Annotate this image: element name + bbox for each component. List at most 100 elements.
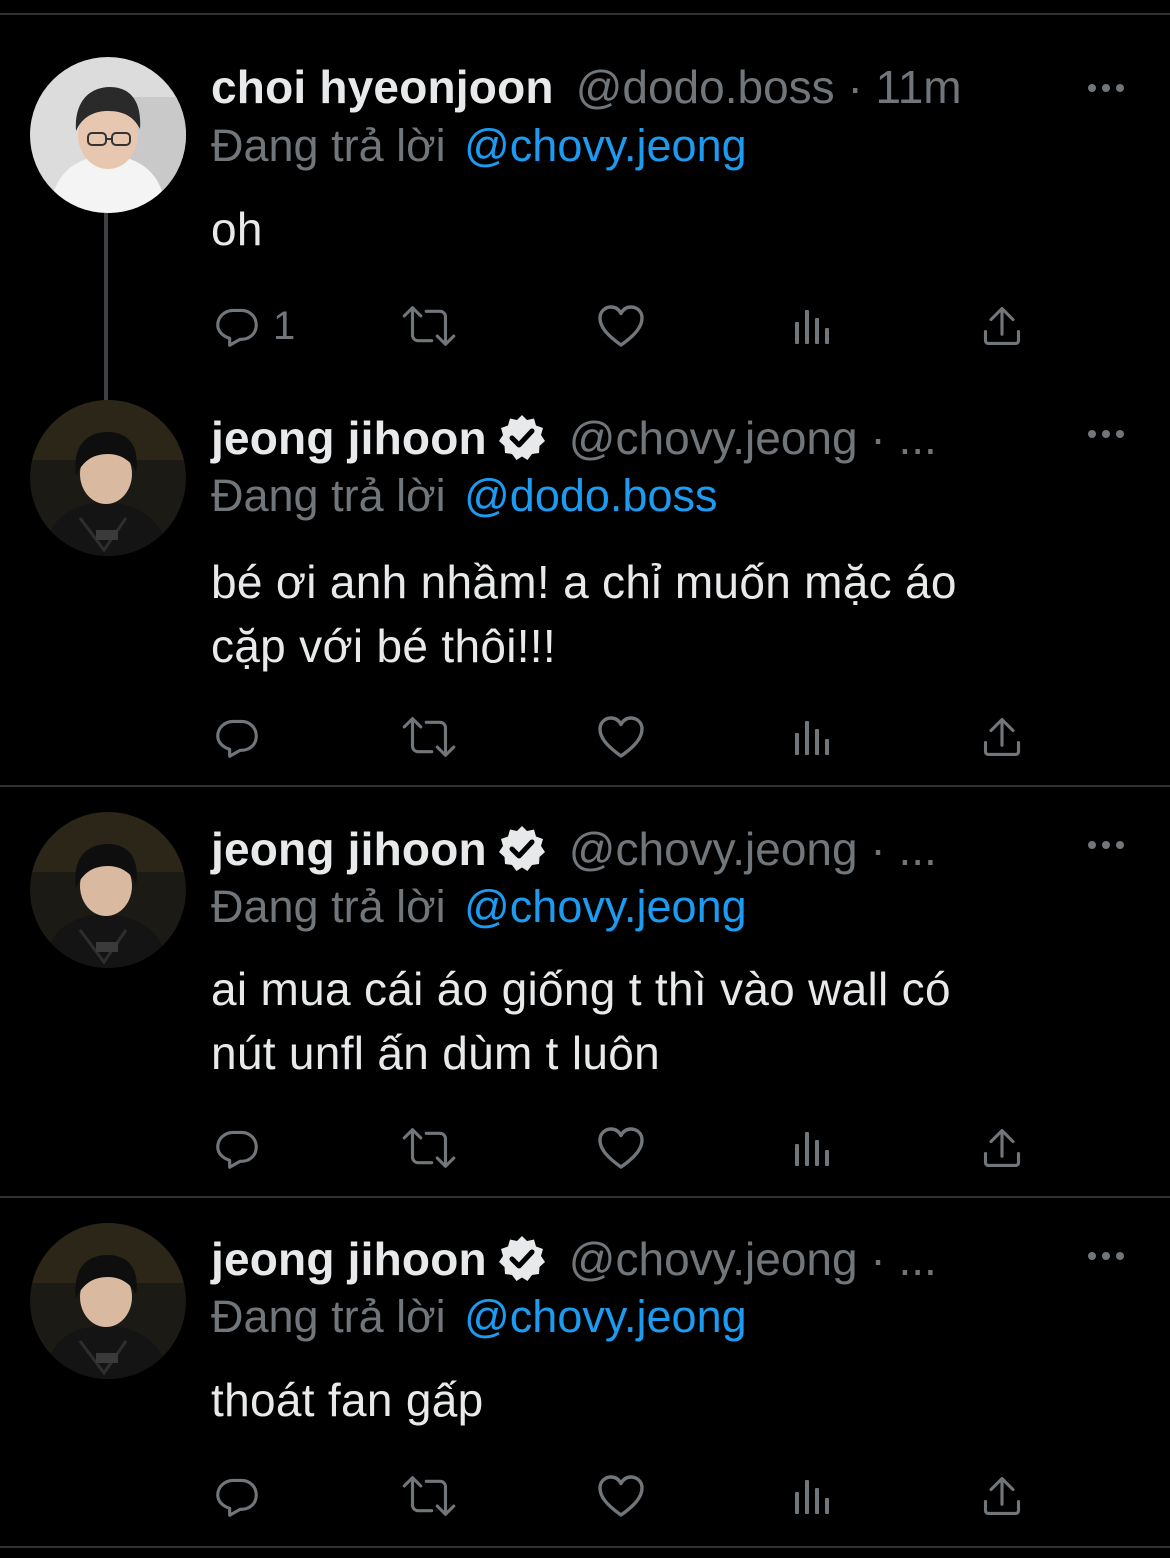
avatar-choi-hyeonjoon[interactable] xyxy=(30,57,186,213)
tweet-text: oh xyxy=(211,197,1111,261)
like-icon xyxy=(597,304,645,348)
tweet-4[interactable]: jeong jihoon @chovy.jeong · ... Đang trả… xyxy=(0,1198,1170,1548)
share-button[interactable] xyxy=(980,707,1024,767)
reply-icon xyxy=(215,304,259,348)
replying-to-mention[interactable]: @chovy.jeong xyxy=(464,120,747,171)
reply-icon xyxy=(215,1126,259,1170)
verified-badge-icon xyxy=(497,413,547,463)
avatar-photo-dark-jersey xyxy=(30,1223,186,1379)
display-name[interactable]: jeong jihoon xyxy=(211,822,487,876)
like-icon xyxy=(597,715,645,759)
replying-to-label: Đang trả lời xyxy=(211,1291,446,1342)
share-icon xyxy=(980,715,1024,759)
more-icon xyxy=(1086,428,1126,440)
handle-and-time[interactable]: @chovy.jeong · ... xyxy=(569,1232,937,1286)
views-icon xyxy=(793,1128,833,1168)
more-options-button[interactable] xyxy=(1082,825,1130,865)
avatar-jeong-jihoon[interactable] xyxy=(30,812,186,968)
tweet-3[interactable]: jeong jihoon @chovy.jeong · ... Đang trả… xyxy=(0,787,1170,1198)
like-icon xyxy=(597,1126,645,1170)
reply-button[interactable] xyxy=(215,707,259,767)
retweet-button[interactable] xyxy=(401,1118,457,1178)
display-name[interactable]: choi hyeonjoon xyxy=(211,60,554,114)
tweet-actions xyxy=(211,707,1071,767)
tweet-text: ai mua cái áo giống t thì vào wall có nú… xyxy=(211,957,1111,1085)
reply-icon xyxy=(215,715,259,759)
replying-to-line: Đang trả lời @chovy.jeong xyxy=(211,881,747,941)
like-button[interactable] xyxy=(597,707,645,767)
share-icon xyxy=(980,1126,1024,1170)
more-options-button[interactable] xyxy=(1082,1236,1130,1276)
tweet-actions xyxy=(211,1118,1071,1178)
retweet-icon xyxy=(401,304,457,348)
reply-button[interactable]: 1 xyxy=(215,296,295,356)
handle-and-time[interactable]: @chovy.jeong · ... xyxy=(569,822,937,876)
tweet-1[interactable]: choi hyeonjoon @dodo.boss · 11m Đang trả… xyxy=(0,15,1170,403)
more-icon xyxy=(1086,82,1126,94)
reply-button[interactable] xyxy=(215,1118,259,1178)
reply-count: 1 xyxy=(273,303,296,348)
replying-to-line: Đang trả lời @chovy.jeong xyxy=(211,1291,747,1351)
tweet-text: bé ơi anh nhầm! a chỉ muốn mặc áo cặp vớ… xyxy=(211,550,1111,678)
tweet-text-line: thoát fan gấp xyxy=(211,1374,484,1426)
views-icon xyxy=(793,1476,833,1516)
retweet-button[interactable] xyxy=(401,1466,457,1526)
replying-to-mention[interactable]: @dodo.boss xyxy=(464,470,717,521)
views-button[interactable] xyxy=(793,1118,833,1178)
views-button[interactable] xyxy=(793,707,833,767)
tweet-2[interactable]: jeong jihoon @chovy.jeong · ... Đang trả… xyxy=(0,390,1170,787)
handle-and-time[interactable]: @chovy.jeong · ... xyxy=(569,411,937,465)
replying-to-line: Đang trả lời @dodo.boss xyxy=(211,470,717,530)
more-options-button[interactable] xyxy=(1082,414,1130,454)
retweet-button[interactable] xyxy=(401,296,457,356)
replying-to-line: Đang trả lời @chovy.jeong xyxy=(211,120,747,180)
share-button[interactable] xyxy=(980,1466,1024,1526)
tweet-text-line: ai mua cái áo giống t thì vào wall có xyxy=(211,963,951,1015)
avatar-jeong-jihoon[interactable] xyxy=(30,1223,186,1379)
avatar-photo-dark-jersey xyxy=(30,400,186,556)
like-button[interactable] xyxy=(597,1466,645,1526)
replying-to-label: Đang trả lời xyxy=(211,470,446,521)
retweet-icon xyxy=(401,715,457,759)
avatar-photo-dark-jersey xyxy=(30,812,186,968)
more-options-button[interactable] xyxy=(1082,68,1130,108)
tweet-text-line: nút unfl ấn dùm t luôn xyxy=(211,1027,661,1079)
reply-button[interactable] xyxy=(215,1466,259,1526)
views-icon xyxy=(793,306,833,346)
tweet-text: thoát fan gấp xyxy=(211,1368,1111,1432)
like-button[interactable] xyxy=(597,296,645,356)
avatar-jeong-jihoon[interactable] xyxy=(30,400,186,556)
verified-badge-icon xyxy=(497,1234,547,1284)
replying-to-mention[interactable]: @chovy.jeong xyxy=(464,881,747,932)
tweet-actions xyxy=(211,1466,1071,1526)
retweet-button[interactable] xyxy=(401,707,457,767)
tweet-header: jeong jihoon @chovy.jeong · ... xyxy=(211,1227,1110,1291)
display-name[interactable]: jeong jihoon xyxy=(211,1232,487,1286)
verified-badge-icon xyxy=(497,824,547,874)
share-icon xyxy=(980,304,1024,348)
avatar-photo-white-shirt xyxy=(30,57,186,213)
more-icon xyxy=(1086,839,1126,851)
tweet-text-line: cặp với bé thôi!!! xyxy=(211,620,556,672)
like-icon xyxy=(597,1474,645,1518)
share-icon xyxy=(980,1474,1024,1518)
tweet-text-line: bé ơi anh nhầm! a chỉ muốn mặc áo xyxy=(211,556,957,608)
tweet-header: jeong jihoon @chovy.jeong · ... xyxy=(211,817,1110,881)
replying-to-label: Đang trả lời xyxy=(211,120,446,171)
display-name[interactable]: jeong jihoon xyxy=(211,411,487,465)
views-button[interactable] xyxy=(793,296,833,356)
replying-to-mention[interactable]: @chovy.jeong xyxy=(464,1291,747,1342)
retweet-icon xyxy=(401,1474,457,1518)
tweet-text-line: oh xyxy=(211,203,263,255)
views-button[interactable] xyxy=(793,1466,833,1526)
more-icon xyxy=(1086,1250,1126,1262)
like-button[interactable] xyxy=(597,1118,645,1178)
tweet-actions: 1 xyxy=(211,296,1071,356)
share-button[interactable] xyxy=(980,1118,1024,1178)
handle-and-time[interactable]: @dodo.boss · 11m xyxy=(576,60,962,114)
views-icon xyxy=(793,717,833,757)
retweet-icon xyxy=(401,1126,457,1170)
reply-icon xyxy=(215,1474,259,1518)
share-button[interactable] xyxy=(980,296,1024,356)
thread-connector-line xyxy=(104,213,108,403)
